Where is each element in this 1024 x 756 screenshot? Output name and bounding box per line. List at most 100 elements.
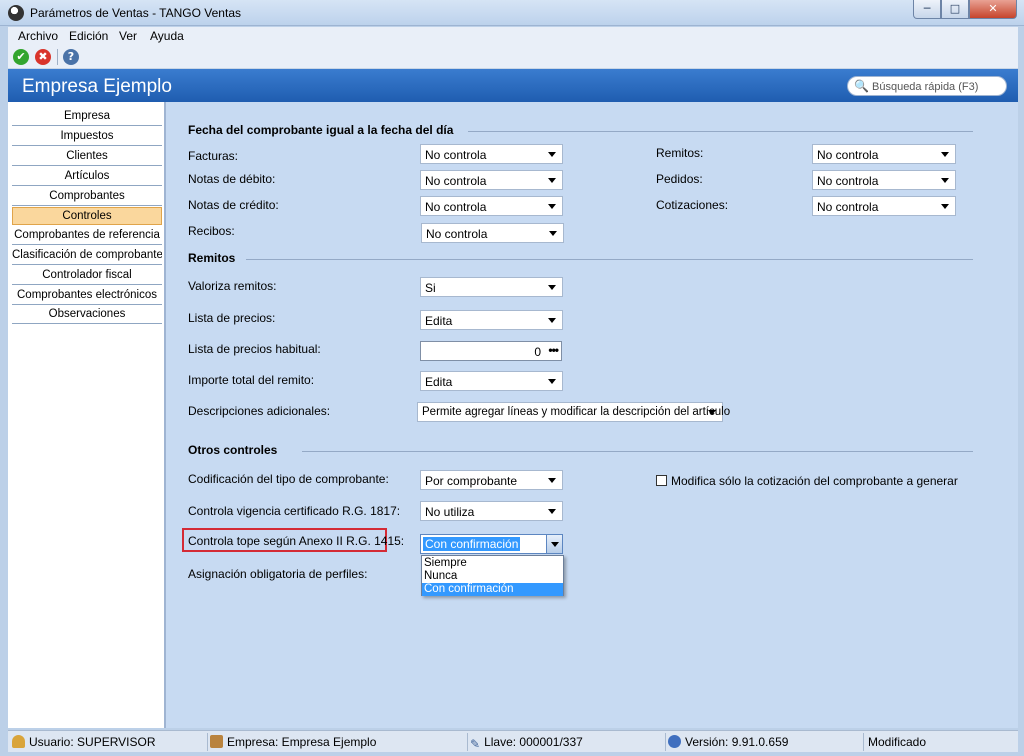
recibos-value: No controla	[426, 227, 488, 241]
section-title-otros: Otros controles	[188, 443, 278, 457]
info-icon	[668, 735, 681, 748]
status-version: Versión: 9.91.0.659	[668, 733, 864, 751]
cotizaciones-select[interactable]: No controla	[812, 196, 956, 216]
vigencia-select[interactable]: No utiliza	[420, 501, 563, 521]
remitos-value: No controla	[817, 148, 879, 162]
menu-archivo[interactable]: Archivo	[18, 29, 58, 43]
lista-precios-value: Edita	[425, 314, 453, 328]
lista-precios-habitual-field[interactable]: 0 •••	[420, 341, 562, 361]
sidebar-item-controlador-fiscal[interactable]: Controlador fiscal	[12, 267, 162, 285]
tope-dropdown-list: Siempre Nunca Con confirmación	[421, 555, 564, 596]
status-key-text: Llave: 000001/337	[484, 735, 583, 749]
company-icon	[210, 735, 223, 748]
label-asignacion: Asignación obligatoria de perfiles:	[188, 567, 368, 581]
label-codificacion: Codificación del tipo de comprobante:	[188, 472, 389, 486]
user-icon	[12, 735, 25, 748]
menu-ver[interactable]: Ver	[119, 29, 137, 43]
facturas-select[interactable]: No controla	[420, 144, 563, 164]
status-user-text: Usuario: SUPERVISOR	[29, 735, 156, 749]
key-icon: ✎	[470, 737, 481, 751]
sidebar-item-observaciones[interactable]: Observaciones	[12, 306, 162, 324]
chevron-down-icon	[708, 410, 716, 415]
chevron-down-icon	[548, 204, 556, 209]
tope-select[interactable]: Con confirmación	[420, 534, 563, 554]
chevron-down-icon	[548, 178, 556, 183]
label-vigencia: Controla vigencia certificado R.G. 1817:	[188, 504, 401, 518]
window-border-right	[1018, 26, 1024, 756]
chevron-down-icon	[941, 178, 949, 183]
search-input[interactable]	[872, 79, 1002, 94]
lista-precios-select[interactable]: Edita	[420, 310, 563, 330]
label-cotizaciones: Cotizaciones:	[656, 198, 729, 212]
menu-ayuda[interactable]: Ayuda	[150, 29, 184, 43]
company-title: Empresa Ejemplo	[22, 76, 172, 97]
minimize-button[interactable]: ─	[913, 0, 941, 19]
status-company: Empresa: Empresa Ejemplo	[210, 733, 468, 751]
label-notas-credito: Notas de crédito:	[188, 198, 279, 212]
status-company-text: Empresa: Empresa Ejemplo	[227, 735, 377, 749]
sidebar-item-impuestos[interactable]: Impuestos	[12, 128, 162, 146]
main-panel: Fecha del comprobante igual a la fecha d…	[166, 102, 1018, 728]
title-bar: Parámetros de Ventas - TANGO Ventas ─ □ …	[0, 0, 1024, 26]
sidebar-item-clientes[interactable]: Clientes	[12, 148, 162, 166]
section-title-fecha: Fecha del comprobante igual a la fecha d…	[188, 123, 454, 137]
recibos-select[interactable]: No controla	[421, 223, 564, 243]
chevron-down-icon	[548, 379, 556, 384]
sidebar-item-articulos[interactable]: Artículos	[12, 168, 162, 186]
label-descripciones: Descripciones adicionales:	[188, 404, 331, 418]
descripciones-value: Permite agregar líneas y modificar la de…	[422, 406, 731, 418]
chevron-down-icon	[548, 509, 556, 514]
chevron-down-icon	[941, 204, 949, 209]
importe-total-select[interactable]: Edita	[420, 371, 563, 391]
label-lista-precios-habitual: Lista de precios habitual:	[188, 342, 321, 356]
sidebar-item-comprobantes-referencia[interactable]: Comprobantes de referencia	[12, 227, 162, 245]
notas-debito-select[interactable]: No controla	[420, 170, 563, 190]
notas-credito-value: No controla	[425, 200, 487, 214]
sidebar-item-comprobantes[interactable]: Comprobantes	[12, 188, 162, 206]
ellipsis-icon[interactable]: •••	[548, 343, 559, 357]
dropdown-button[interactable]	[546, 535, 562, 553]
cotizaciones-value: No controla	[817, 200, 879, 214]
sidebar-item-empresa[interactable]: Empresa	[12, 108, 162, 126]
status-key: ✎ Llave: 000001/337	[470, 733, 666, 751]
company-header: Empresa Ejemplo 🔍	[8, 69, 1018, 102]
chevron-down-icon	[549, 231, 557, 236]
accept-icon[interactable]: ✔	[13, 49, 29, 65]
sidebar-item-clasificacion[interactable]: Clasificación de comprobantes	[12, 247, 162, 265]
tope-value: Con confirmación	[423, 537, 521, 551]
chevron-down-icon	[941, 152, 949, 157]
sidebar-item-comprobantes-electronicos[interactable]: Comprobantes electrónicos	[12, 287, 162, 305]
remitos-select[interactable]: No controla	[812, 144, 956, 164]
close-button[interactable]: ✕	[969, 0, 1017, 19]
menu-edicion[interactable]: Edición	[69, 29, 108, 43]
label-tope: Controla tope según Anexo II R.G. 1415:	[188, 534, 405, 548]
section-title-remitos: Remitos	[188, 251, 236, 265]
sidebar-item-controles[interactable]: Controles	[12, 207, 162, 225]
notas-debito-value: No controla	[425, 174, 487, 188]
notas-credito-select[interactable]: No controla	[420, 196, 563, 216]
label-importe-total: Importe total del remito:	[188, 373, 315, 387]
dropdown-option-con-confirmacion[interactable]: Con confirmación	[422, 583, 563, 596]
label-remitos: Remitos:	[656, 146, 704, 160]
status-user: Usuario: SUPERVISOR	[12, 733, 208, 751]
dropdown-option-siempre[interactable]: Siempre	[422, 557, 563, 570]
window-border-left	[0, 26, 8, 756]
app-icon	[8, 5, 24, 21]
chevron-down-icon	[551, 542, 559, 547]
help-icon[interactable]: ?	[63, 49, 79, 65]
chevron-down-icon	[548, 478, 556, 483]
label-valoriza-remitos: Valoriza remitos:	[188, 279, 277, 293]
label-notas-debito: Notas de débito:	[188, 172, 276, 186]
search-icon: 🔍	[854, 79, 869, 93]
valoriza-remitos-select[interactable]: Si	[420, 277, 563, 297]
maximize-button[interactable]: □	[941, 0, 969, 19]
descripciones-select[interactable]: Permite agregar líneas y modificar la de…	[417, 402, 730, 422]
dropdown-option-nunca[interactable]: Nunca	[422, 570, 563, 583]
section-divider	[246, 259, 973, 260]
valoriza-remitos-value: Si	[425, 281, 436, 295]
modifica-cotizacion-checkbox[interactable]	[656, 475, 667, 486]
codificacion-select[interactable]: Por comprobante	[420, 470, 563, 490]
pedidos-select[interactable]: No controla	[812, 170, 956, 190]
quick-search[interactable]: 🔍	[847, 76, 1007, 96]
cancel-icon[interactable]: ✖	[35, 49, 51, 65]
